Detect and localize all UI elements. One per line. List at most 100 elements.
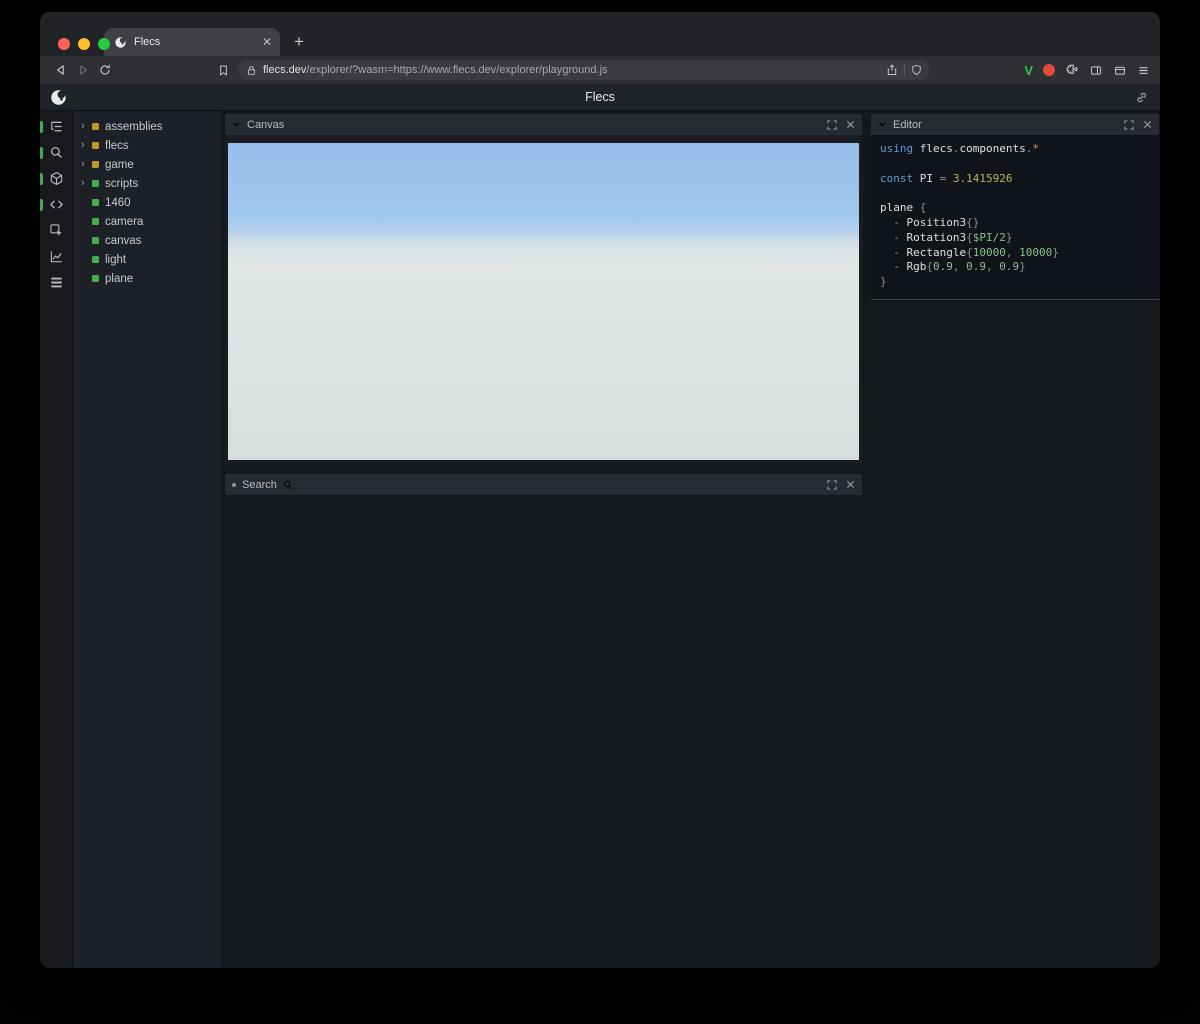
expand-arrow-icon[interactable]: › [81,140,90,151]
url-path: /explorer/?wasm=https://www.flecs.dev/ex… [306,64,608,76]
fullscreen-icon[interactable] [827,119,837,130]
share-icon[interactable] [886,64,898,76]
center-column: Canvas Search [221,111,866,968]
search-icon [49,145,64,161]
close-icon[interactable] [846,480,855,489]
expand-arrow-icon[interactable]: › [81,159,90,170]
rows-panel-button[interactable] [40,275,72,291]
menu-icon[interactable] [1137,64,1150,77]
tree-item[interactable]: › canvas [73,231,221,250]
tree-item[interactable]: › plane [73,269,221,288]
flecs-explorer-app: Flecs › assemblies › flecs › game › scri… [40,84,1160,968]
stats-chart-icon [49,249,64,265]
editor-panel-header: Editor [871,114,1159,135]
reload-button[interactable] [94,59,116,81]
entity-color-square [92,275,99,282]
tab-close-icon[interactable]: ✕ [262,36,272,48]
fullscreen-icon[interactable] [827,479,837,490]
editor-panel-title: Editor [893,118,922,131]
bullet-icon [232,482,236,487]
inspect-panel-button[interactable] [40,223,72,239]
chevron-down-icon[interactable] [878,120,887,129]
extensions-puzzle-icon[interactable] [1065,63,1079,77]
page-title: Flecs [585,90,615,104]
tree-item-label: 1460 [105,196,131,209]
tree-item[interactable]: › camera [73,212,221,231]
tab-title: Flecs [134,36,161,48]
chevron-down-icon[interactable] [232,120,241,129]
tree-item[interactable]: › scripts [73,174,221,193]
bookmark-icon[interactable] [212,59,234,81]
entity-color-square [92,218,99,225]
tree-item[interactable]: › game [73,155,221,174]
code-line: using flecs.components.* [880,142,1039,155]
code-line: const PI = 3.1415926 [880,171,1013,185]
tree-item-label: canvas [105,234,142,247]
entity-color-square [92,256,99,263]
search-panel-title: Search [242,478,277,491]
zoom-window-button[interactable] [98,38,110,50]
entities-cube-icon [49,171,64,187]
tree-item-label: game [105,158,134,171]
tree-item-label: plane [105,272,134,285]
close-window-button[interactable] [58,38,70,50]
right-column: Editor using flecs.components.* const PI… [866,111,1160,968]
back-button[interactable] [50,59,72,81]
active-indicator [40,147,43,159]
share-link-icon[interactable] [1135,91,1148,104]
tree-item-label: light [105,253,127,266]
tree-item[interactable]: › assemblies [73,117,221,136]
browser-extensions-area: V [1024,63,1150,78]
editor-panel-button[interactable] [40,197,72,213]
wallet-icon[interactable] [1113,64,1127,77]
tab-favicon-flecs-icon [114,36,127,49]
new-tab-button[interactable]: + [294,33,304,50]
sidebar-toggle-icon[interactable] [1089,64,1103,77]
app-header: Flecs [40,84,1160,111]
canvas-panel-header: Canvas [225,114,862,135]
close-icon[interactable] [1143,120,1152,129]
search-panel-button[interactable] [40,145,72,161]
active-indicator [40,173,43,185]
url-domain: flecs.dev [263,64,307,76]
expand-arrow-icon[interactable]: › [81,121,90,132]
tree-item[interactable]: › light [73,250,221,269]
tab-strip: Flecs ✕ + [40,12,1160,56]
inspect-cursor-icon [49,223,64,239]
code-editor[interactable]: using flecs.components.* const PI = 3.14… [871,135,1159,300]
forward-button[interactable] [72,59,94,81]
address-bar[interactable]: flecs.dev/explorer/?wasm=https://www.fle… [238,60,930,80]
code-line: - Rectangle{10000, 10000} [880,245,1059,259]
tree-item-label: camera [105,215,144,228]
code-line: } [880,275,887,289]
app-body: › assemblies › flecs › game › scripts 14… [40,111,1160,968]
entity-color-square [92,237,99,244]
tree-item[interactable]: › flecs [73,136,221,155]
canvas-3d-viewport[interactable] [228,143,859,460]
search-panel-header: Search [225,474,862,495]
editor-panel: Editor using flecs.components.* const PI… [871,114,1159,300]
extension-red-icon[interactable] [1043,64,1055,76]
url-text: flecs.dev/explorer/?wasm=https://www.fle… [263,64,880,76]
brave-shield-icon[interactable] [911,64,922,76]
canvas-panel: Canvas [225,114,862,464]
stats-panel-button[interactable] [40,249,72,265]
lock-icon [246,65,257,76]
extension-v-icon[interactable]: V [1024,63,1033,78]
fullscreen-icon[interactable] [1124,119,1134,130]
tree-icon [49,119,64,135]
entity-color-square [92,180,99,187]
browser-window: Flecs ✕ + flecs.dev/explorer/?wasm=https… [40,12,1160,968]
code-line: - Position3{} [880,215,980,229]
close-icon[interactable] [846,120,855,129]
tree-panel-button[interactable] [40,119,72,135]
entity-color-square [92,161,99,168]
expand-arrow-icon[interactable]: › [81,178,90,189]
magnifier-icon [283,480,293,490]
code-line: - Rgb{0.9, 0.9, 0.9} [880,260,1026,274]
minimize-window-button[interactable] [78,38,90,50]
browser-tab[interactable]: Flecs ✕ [104,28,280,56]
canvas-panel-button[interactable] [40,171,72,187]
tree-item[interactable]: › 1460 [73,193,221,212]
